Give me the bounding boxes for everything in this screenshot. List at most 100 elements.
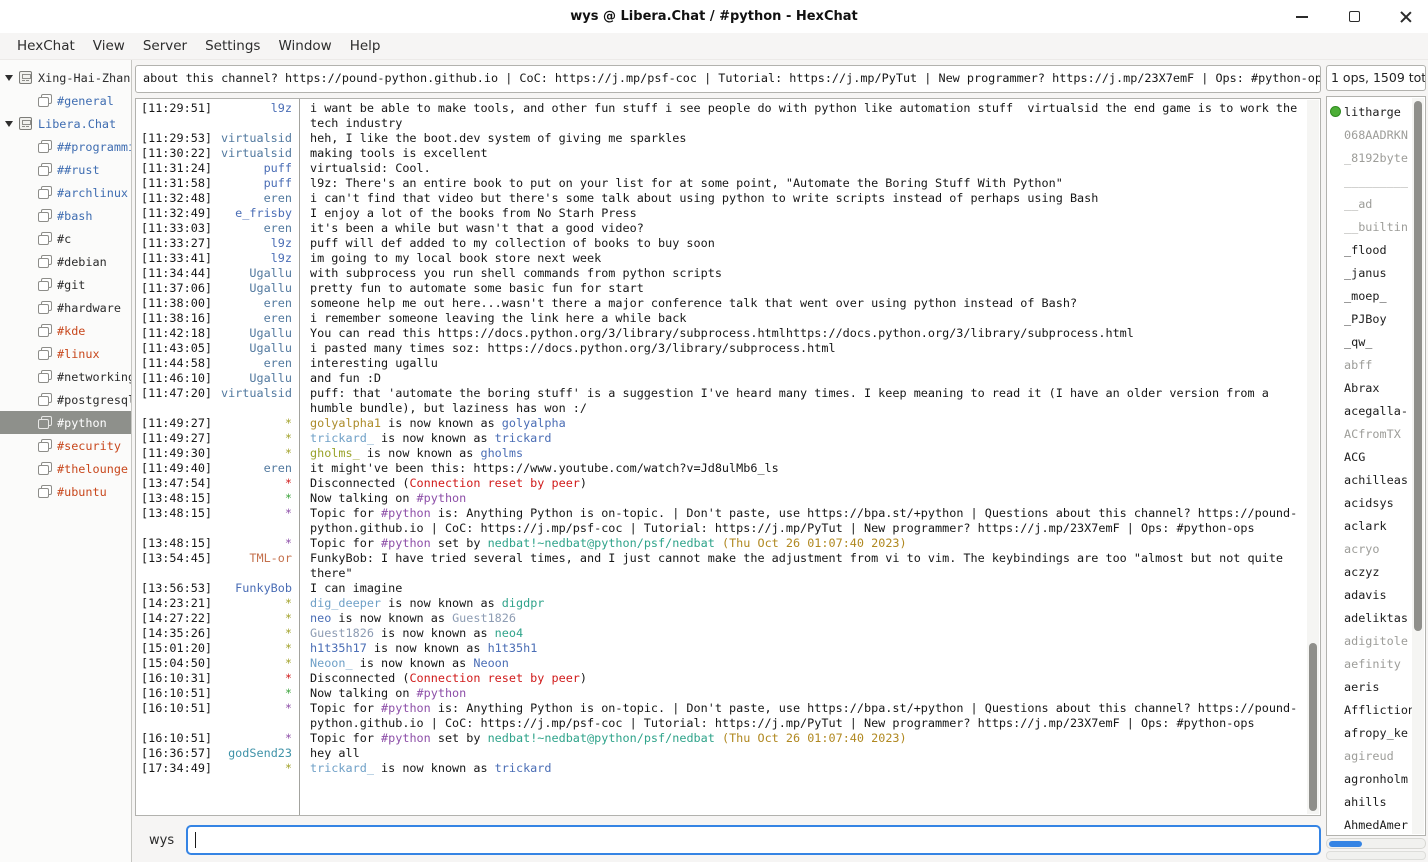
sidebar-item-thelounge[interactable]: #thelounge <box>0 457 131 480</box>
user-item-068AADRKN[interactable]: 068AADRKN <box>1327 123 1425 146</box>
menu-settings[interactable]: Settings <box>196 35 269 57</box>
event-marker: * <box>214 611 299 626</box>
sidebar-item-hardware[interactable]: #hardware <box>0 296 131 319</box>
expander-icon[interactable] <box>5 121 13 127</box>
userlist-scrollbar-thumb[interactable] <box>1414 101 1422 631</box>
sidebar-item-rust[interactable]: ##rust <box>0 158 131 181</box>
message-segment: making tools is excellent <box>310 146 488 160</box>
user-item-aeris[interactable]: aeris <box>1327 675 1425 698</box>
message: Guest1826 is now known as neo4 <box>299 626 1320 641</box>
sidebar-item-kde[interactable]: #kde <box>0 319 131 342</box>
message-segment: is now known as <box>381 596 502 610</box>
user-item-agireud[interactable]: agireud <box>1327 744 1425 767</box>
bottom-scrollbar-track[interactable] <box>1326 851 1426 860</box>
message: I can imagine <box>299 581 1320 596</box>
user-item-_flood[interactable]: _flood <box>1327 238 1425 261</box>
sidebar-item-bash[interactable]: #bash <box>0 204 131 227</box>
user-item-aefinity[interactable]: aefinity <box>1327 652 1425 675</box>
user-item-ACG[interactable]: ACG <box>1327 445 1425 468</box>
message: pretty fun to automate some basic fun fo… <box>299 281 1320 296</box>
sidebar-item-label: #bash <box>57 209 93 223</box>
sidebar-item-git[interactable]: #git <box>0 273 131 296</box>
message: it might've been this: https://www.youtu… <box>299 461 1320 476</box>
sidebar-item-postgresql[interactable]: #postgresql <box>0 388 131 411</box>
message-segment: Guest1826 <box>310 626 374 640</box>
userlist-horizontal-scrollbar[interactable] <box>1326 838 1426 849</box>
user-item-acegalla-[interactable]: acegalla- <box>1327 399 1425 422</box>
menu-window[interactable]: Window <box>269 35 340 57</box>
user-item-adeliktas[interactable]: adeliktas <box>1327 606 1425 629</box>
sidebar-item-general[interactable]: #general <box>0 89 131 112</box>
sidebar-item-ubuntu[interactable]: #ubuntu <box>0 480 131 503</box>
menu-server[interactable]: Server <box>134 35 196 57</box>
user-item-afropy_ke[interactable]: afropy_ke <box>1327 721 1425 744</box>
event-marker: * <box>214 701 299 731</box>
user-item-__builtin[interactable]: __builtin <box>1327 215 1425 238</box>
sidebar-item-linux[interactable]: #linux <box>0 342 131 365</box>
chat-vertical-scrollbar[interactable] <box>1307 100 1319 814</box>
user-item-__ad[interactable]: __ad <box>1327 192 1425 215</box>
timestamp: [11:32:49] <box>136 206 214 221</box>
sidebar-item-security[interactable]: #security <box>0 434 131 457</box>
user-item-_8192byte[interactable]: _8192byte <box>1327 146 1425 169</box>
user-item-aczyz[interactable]: aczyz <box>1327 560 1425 583</box>
user-item-adigitole[interactable]: adigitole <box>1327 629 1425 652</box>
input-row: wys <box>135 822 1321 858</box>
channel-icon <box>37 278 52 291</box>
user-item-_moep_[interactable]: _moep_ <box>1327 284 1425 307</box>
sidebar-item-programming[interactable]: ##programming <box>0 135 131 158</box>
message: Topic for #python is: Anything Python is… <box>299 506 1320 536</box>
timestamp: [11:34:44] <box>136 266 214 281</box>
message-input[interactable] <box>188 827 1319 853</box>
sidebar-item-label: ##rust <box>57 163 100 177</box>
user-item-aclark[interactable]: aclark <box>1327 514 1425 537</box>
userlist-hscrollbar-thumb[interactable] <box>1329 841 1362 847</box>
user-item-achilleas[interactable]: achilleas <box>1327 468 1425 491</box>
sidebar-item-libera.chat[interactable]: Libera.Chat <box>0 112 131 135</box>
chat-scrollbar-thumb[interactable] <box>1309 643 1317 811</box>
sidebar-item-label: #ubuntu <box>57 485 107 499</box>
sidebar-item-debian[interactable]: #debian <box>0 250 131 273</box>
topic-bar[interactable]: about this channel? https://pound-python… <box>135 65 1321 93</box>
menu-help[interactable]: Help <box>341 35 390 57</box>
maximize-button[interactable] <box>1346 9 1362 25</box>
sidebar-item-label: #kde <box>57 324 85 338</box>
user-item-_qw_[interactable]: _qw_ <box>1327 330 1425 353</box>
user-item-litharge[interactable]: litharge <box>1327 100 1425 123</box>
minimize-button[interactable] <box>1294 9 1310 25</box>
userlist-vertical-scrollbar[interactable] <box>1412 98 1424 834</box>
message-segment: puff: that 'automate the boring stuff' i… <box>310 386 1276 415</box>
user-item-_________[interactable]: _________ <box>1327 169 1425 192</box>
user-item-agronholm[interactable]: agronholm <box>1327 767 1425 790</box>
user-item-adavis[interactable]: adavis <box>1327 583 1425 606</box>
user-item-AhmedAmer[interactable]: AhmedAmer <box>1327 813 1425 836</box>
sidebar-item-python[interactable]: #python <box>0 411 131 434</box>
user-nick: achilleas <box>1344 473 1408 487</box>
user-item-ahills[interactable]: ahills <box>1327 790 1425 813</box>
menu-view[interactable]: View <box>84 35 134 57</box>
sidebar-item-archlinux[interactable]: #archlinux <box>0 181 131 204</box>
timestamp: [15:04:50] <box>136 656 214 671</box>
sidebar-item-label: #archlinux <box>57 186 128 200</box>
user-item-ACfromTX[interactable]: ACfromTX <box>1327 422 1425 445</box>
user-item-Abrax[interactable]: Abrax <box>1327 376 1425 399</box>
user-item-Affliction[interactable]: Affliction <box>1327 698 1425 721</box>
message: FunkyBob: I have tried several times, an… <box>299 551 1320 581</box>
sidebar-item-xing-hai-zhan[interactable]: Xing-Hai-Zhan <box>0 66 131 89</box>
user-item-acidsys[interactable]: acidsys <box>1327 491 1425 514</box>
sidebar-item-networking[interactable]: #networking <box>0 365 131 388</box>
close-button[interactable] <box>1398 9 1414 25</box>
message-segment: Guest1826 <box>452 611 516 625</box>
sidebar-item-label: Xing-Hai-Zhan <box>38 71 130 85</box>
user-item-acryo[interactable]: acryo <box>1327 537 1425 560</box>
chat-line: [15:04:50]*Neoon_ is now known as Neoon <box>136 656 1320 671</box>
sidebar-item-c[interactable]: #c <box>0 227 131 250</box>
user-item-abff[interactable]: abff <box>1327 353 1425 376</box>
timestamp: [11:30:22] <box>136 146 214 161</box>
message-segment: gholms_ <box>310 446 360 460</box>
user-item-_janus[interactable]: _janus <box>1327 261 1425 284</box>
timestamp: [11:33:27] <box>136 236 214 251</box>
menu-hexchat[interactable]: HexChat <box>8 35 84 57</box>
expander-icon[interactable] <box>5 75 13 81</box>
user-item-_PJBoy[interactable]: _PJBoy <box>1327 307 1425 330</box>
